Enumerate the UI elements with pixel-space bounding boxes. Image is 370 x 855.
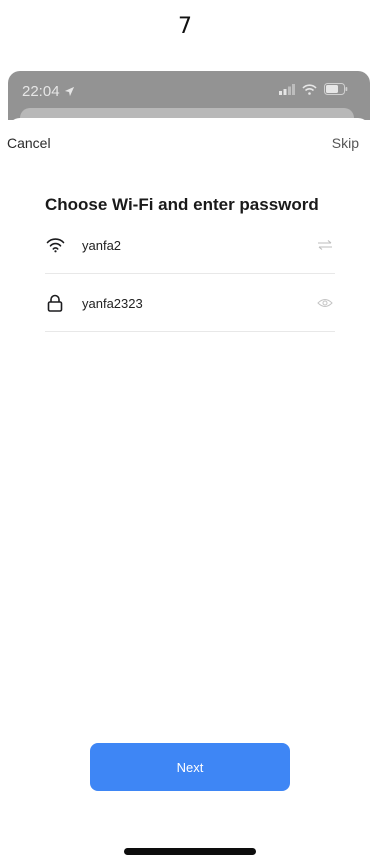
- wifi-icon: [302, 83, 317, 95]
- cancel-button[interactable]: Cancel: [7, 135, 51, 151]
- wifi-icon: [45, 235, 65, 255]
- eye-icon[interactable]: [315, 293, 335, 313]
- location-arrow-icon: [64, 86, 74, 97]
- wifi-ssid-value[interactable]: yanfa2: [82, 238, 315, 253]
- wifi-network-row[interactable]: yanfa2: [45, 217, 335, 274]
- skip-button[interactable]: Skip: [332, 135, 359, 151]
- status-indicators: [279, 83, 348, 95]
- signal-bars-icon: [279, 83, 295, 95]
- password-field[interactable]: yanfa2323: [82, 296, 315, 311]
- clock-label: 22:04: [22, 83, 60, 100]
- battery-icon: [324, 83, 348, 95]
- next-button[interactable]: Next: [90, 743, 290, 791]
- lock-icon: [45, 293, 65, 313]
- password-row[interactable]: yanfa2323: [45, 275, 335, 332]
- home-indicator: [124, 848, 256, 855]
- page-title: Choose Wi-Fi and enter password: [45, 195, 319, 214]
- page-number: 7: [178, 14, 192, 39]
- status-time: 22:04: [22, 83, 75, 100]
- switch-network-icon[interactable]: [315, 235, 335, 255]
